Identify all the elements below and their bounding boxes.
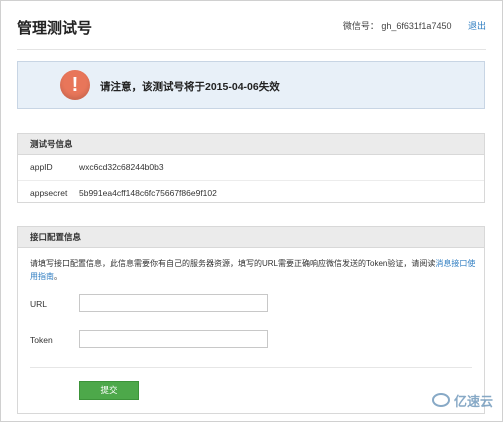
watermark-text: 亿速云 [453,394,493,409]
appid-value: wxc6cd32c68244b0b3 [79,162,164,172]
account-info-panel: 测试号信息 appID wxc6cd32c68244b0b3 appsecret… [17,133,485,203]
api-config-title: 接口配置信息 [18,227,484,248]
wechat-id-label: 微信号： [342,21,379,31]
token-input[interactable] [79,330,268,348]
appsecret-value: 5b991ea4cff148c6fc75667f86e9f102 [79,188,217,198]
account-info-title: 测试号信息 [18,134,484,155]
url-input[interactable] [79,294,268,312]
api-config-description: 请填写接口配置信息，此信息需要你有自己的服务器资源，填写的URL需要正确响应微信… [30,257,480,283]
description-end: 。 [54,272,62,281]
logout-link[interactable]: 退出 [468,21,486,31]
description-text: 请填写接口配置信息，此信息需要你有自己的服务器资源，填写的URL需要正确响应微信… [30,259,436,268]
submit-button[interactable]: 提交 [79,381,139,400]
token-label: Token [30,335,53,345]
header-divider [17,49,486,50]
appsecret-label: appsecret [30,188,68,198]
appid-label: appID [30,162,53,172]
account-header: 微信号： gh_6f631f1a7450 退出 [343,19,486,32]
exclamation-icon: ! [60,70,90,100]
wechat-id: gh_6f631f1a7450 [381,21,452,31]
expiry-notice: ! 请注意，该测试号将于2015-04-06失效 [17,61,485,109]
page-title: 管理测试号 [17,20,93,37]
appsecret-row: appsecret 5b991ea4cff148c6fc75667f86e9f1… [18,180,484,206]
appid-row: appID wxc6cd32c68244b0b3 [18,155,484,180]
api-config-panel: 接口配置信息 请填写接口配置信息，此信息需要你有自己的服务器资源，填写的URL需… [17,226,485,414]
watermark: 亿速云 [431,391,493,410]
cloud-logo-icon [431,393,450,407]
url-label: URL [30,299,48,309]
notice-text: 请注意，该测试号将于2015-04-06失效 [100,81,280,93]
form-divider [30,367,472,368]
